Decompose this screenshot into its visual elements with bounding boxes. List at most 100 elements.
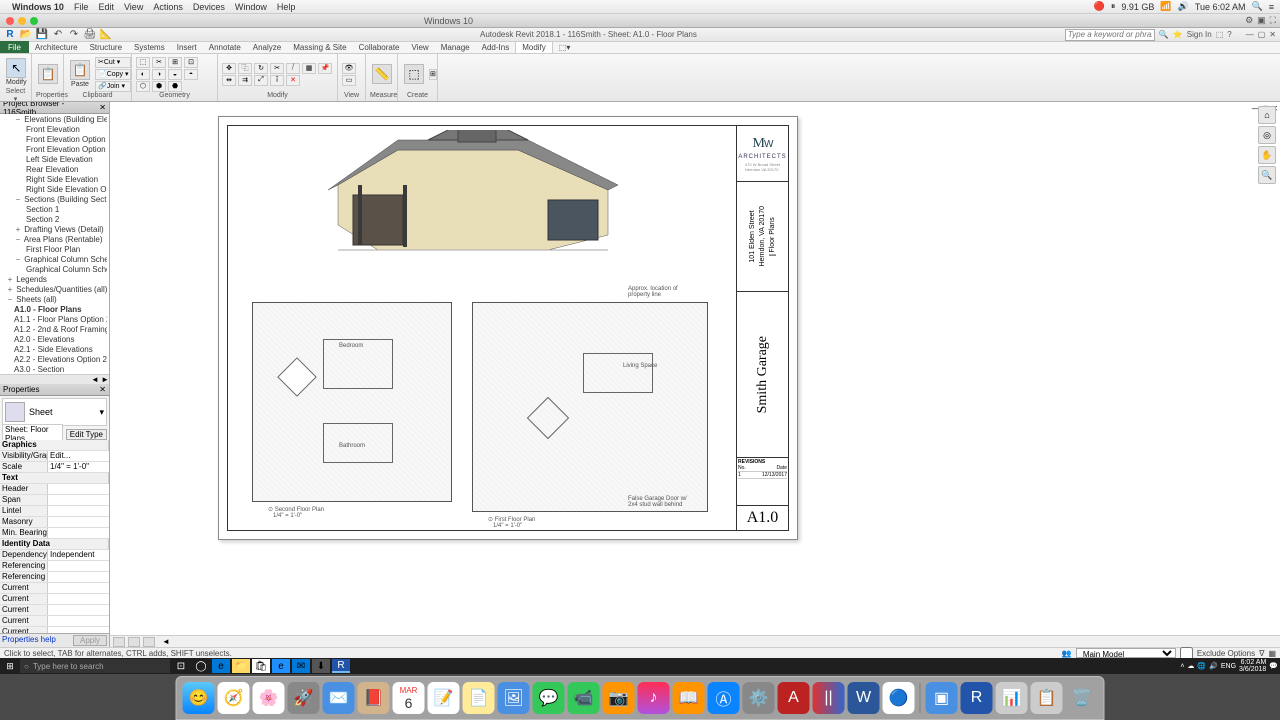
tree-item[interactable]: − Area Plans (Rentable) xyxy=(2,235,107,245)
scale-control[interactable] xyxy=(113,637,125,647)
mac-menu-view[interactable]: View xyxy=(124,2,143,12)
paste-button[interactable]: 📋Paste xyxy=(68,58,92,90)
property-row[interactable]: Span xyxy=(0,495,109,506)
mac-menu-devices[interactable]: Devices xyxy=(193,2,225,12)
tree-item[interactable]: Rear Elevation xyxy=(2,165,107,175)
keep-signed-icon[interactable]: ⭐ xyxy=(1173,30,1183,39)
ibooks-icon[interactable]: 📖 xyxy=(673,682,705,714)
tree-item[interactable]: A1.1 - Floor Plans Option 2 xyxy=(2,315,107,325)
help-search-input[interactable] xyxy=(1065,29,1155,41)
tree-item[interactable]: Front Elevation Option 2 xyxy=(2,135,107,145)
reminders-icon[interactable]: 📝 xyxy=(428,682,460,714)
tab-addins[interactable]: Add-Ins xyxy=(476,42,516,53)
calendar-icon[interactable]: MAR6 xyxy=(393,682,425,714)
align-button[interactable]: ⫱ xyxy=(270,75,284,86)
copy-button[interactable]: 📄 Copy ▾ xyxy=(95,69,131,80)
menubar-wifi-icon[interactable]: 📶 xyxy=(1160,1,1171,12)
exchange-icon[interactable]: ⬚ xyxy=(1216,30,1224,39)
tree-item[interactable]: − Elevations (Building Elevation xyxy=(2,115,107,125)
tree-item[interactable]: − Sections (Building Section) xyxy=(2,195,107,205)
scale-button[interactable]: ⤢ xyxy=(254,75,268,86)
menubar-icon[interactable]: 🔴 xyxy=(1094,1,1105,12)
contacts-icon[interactable]: 📕 xyxy=(358,682,390,714)
start-button[interactable]: ⊞ xyxy=(2,659,18,673)
dock-app-icon[interactable]: 📊 xyxy=(996,682,1028,714)
tray-network-icon[interactable]: 🌐 xyxy=(1197,662,1206,670)
tab-view[interactable]: View xyxy=(406,42,435,53)
search-icon[interactable]: 🔍 xyxy=(1159,30,1169,39)
launchpad-icon[interactable]: 🚀 xyxy=(288,682,320,714)
pin-button[interactable]: 📌 xyxy=(318,63,332,74)
appstore-icon[interactable]: Ⓐ xyxy=(708,682,740,714)
tree-item[interactable]: − Graphical Column Schedules xyxy=(2,255,107,265)
photos-icon[interactable]: 🌸 xyxy=(253,682,285,714)
view-button[interactable]: ▭ xyxy=(342,75,356,86)
copy-button[interactable]: ⿻ xyxy=(238,63,252,74)
tree-item[interactable]: Right Side Elevation xyxy=(2,175,107,185)
signin-link[interactable]: Sign In xyxy=(1187,30,1212,39)
property-row[interactable]: Lintel xyxy=(0,506,109,517)
close-browser-icon[interactable]: ✕ xyxy=(99,103,106,112)
menubar-clock[interactable]: Tue 6:02 AM xyxy=(1195,2,1246,12)
sheet-view[interactable]: Bedroom Bathroom ⊙ Second Floor Plan 1/4… xyxy=(218,116,798,540)
tray-onedrive-icon[interactable]: ☁ xyxy=(1187,662,1194,670)
move-button[interactable]: ✥ xyxy=(222,63,236,74)
wall-join-button[interactable]: ⊡ xyxy=(184,57,198,68)
detail-level-icon[interactable] xyxy=(128,637,140,647)
create-button[interactable]: ⬚ xyxy=(402,62,426,86)
tab-analyze[interactable]: Analyze xyxy=(247,42,287,53)
app-icon[interactable]: ⬇ xyxy=(312,659,330,673)
delete-button[interactable]: ✕ xyxy=(286,75,300,86)
mail-icon[interactable]: ✉ xyxy=(292,659,310,673)
vm-tool-icon[interactable]: ▣ xyxy=(1257,15,1266,26)
mac-menu-window[interactable]: Window xyxy=(235,2,267,12)
filter-icon[interactable]: ∇ xyxy=(1259,649,1264,658)
facetime-icon[interactable]: 📹 xyxy=(568,682,600,714)
property-row[interactable]: Current Revisi... xyxy=(0,616,109,627)
tree-item[interactable]: Left Side Elevation xyxy=(2,155,107,165)
edge-icon[interactable]: e xyxy=(212,659,230,673)
menubar-spotlight-icon[interactable]: 🔍 xyxy=(1252,1,1263,12)
tree-item[interactable]: − Sheets (all) xyxy=(2,295,107,305)
notes-icon[interactable]: 📄 xyxy=(463,682,495,714)
messages-icon[interactable]: 💬 xyxy=(533,682,565,714)
tab-architecture[interactable]: Architecture xyxy=(29,42,84,53)
tree-item[interactable]: A2.0 - Elevations xyxy=(2,335,107,345)
join-geom-button[interactable]: ⊞ xyxy=(168,57,182,68)
tab-modify[interactable]: Modify xyxy=(515,41,553,53)
tree-item[interactable]: + Drafting Views (Detail) xyxy=(2,225,107,235)
tab-collaborate[interactable]: Collaborate xyxy=(353,42,406,53)
tab-insert[interactable]: Insert xyxy=(171,42,203,53)
finder-icon[interactable]: 😊 xyxy=(183,682,215,714)
tray-clock[interactable]: 6:02 AM xyxy=(1239,659,1266,666)
tree-item[interactable]: Section 2 xyxy=(2,215,107,225)
tree-item[interactable]: A1.0 - Floor Plans xyxy=(2,305,107,315)
qat-undo-icon[interactable]: ↶ xyxy=(52,29,64,41)
task-view-icon[interactable]: ⊡ xyxy=(172,659,190,673)
tray-lang[interactable]: ENG xyxy=(1221,663,1236,670)
mac-menu-help[interactable]: Help xyxy=(277,2,296,12)
geom-button[interactable]: ◑ xyxy=(152,69,166,80)
property-row[interactable]: Header xyxy=(0,484,109,495)
cope-button[interactable]: ⬚ xyxy=(136,57,150,68)
array-button[interactable]: ▦ xyxy=(302,63,316,74)
itunes-icon[interactable]: ♪ xyxy=(638,682,670,714)
cortana-icon[interactable]: ◯ xyxy=(192,659,210,673)
property-row[interactable]: Scale1/4" = 1'-0" xyxy=(0,462,109,473)
qat-redo-icon[interactable]: ↷ xyxy=(68,29,80,41)
geom-button[interactable]: ◒ xyxy=(168,69,182,80)
trash-icon[interactable]: 🗑️ xyxy=(1066,682,1098,714)
property-row[interactable]: Visibility/Grap...Edit... xyxy=(0,451,109,462)
nav-home-icon[interactable]: ⌂ xyxy=(1258,106,1276,124)
menubar-icon[interactable]: ⏸ xyxy=(1111,1,1116,12)
menubar-notification-icon[interactable]: ≡ xyxy=(1269,2,1274,12)
vm-tool-icon[interactable]: ⛶ xyxy=(1270,15,1276,26)
apply-button[interactable]: Apply xyxy=(73,635,107,646)
trim-button[interactable]: ✂ xyxy=(270,63,284,74)
property-row[interactable]: Referencing D... xyxy=(0,572,109,583)
property-row[interactable]: Min. Bearing xyxy=(0,528,109,539)
menubar-volume-icon[interactable]: 🔊 xyxy=(1178,1,1189,12)
tab-structure[interactable]: Structure xyxy=(84,42,128,53)
tree-item[interactable]: A1.2 - 2nd & Roof Framing P xyxy=(2,325,107,335)
dock-app-icon[interactable]: ▣ xyxy=(926,682,958,714)
